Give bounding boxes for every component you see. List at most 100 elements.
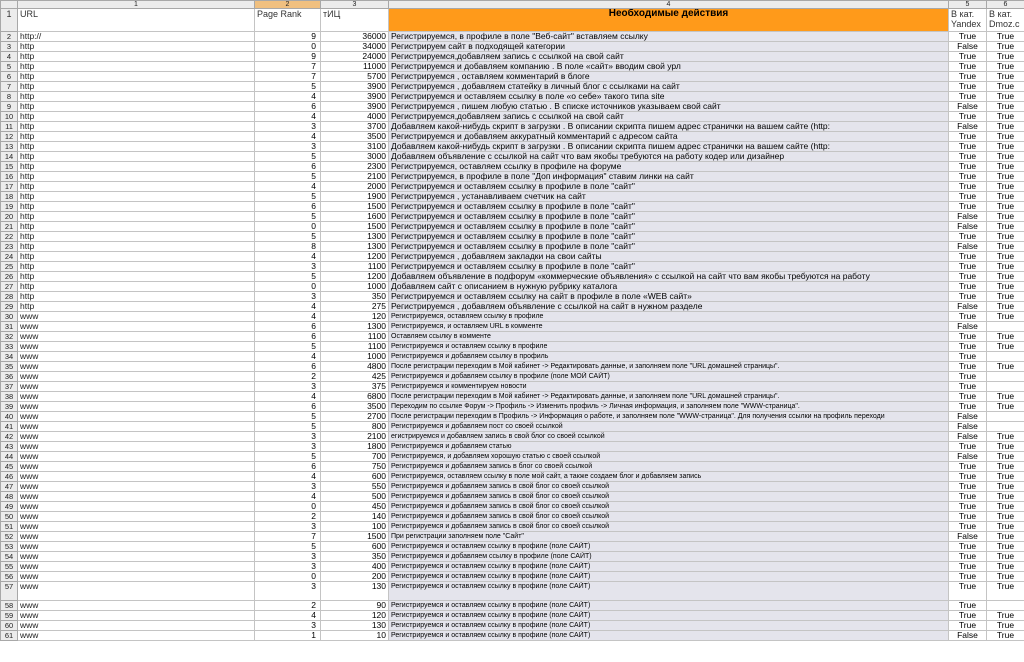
action-cell[interactable]: Регистрируемся и оставляем ссылку в проф… [388,201,949,212]
dmoz-cell[interactable]: True [986,581,1024,601]
corner-cell[interactable] [0,0,18,9]
tic-cell[interactable]: 1100 [320,331,389,342]
url-cell[interactable]: http [17,291,255,302]
pagerank-cell[interactable]: 2 [254,371,321,382]
url-cell[interactable]: www [17,481,255,492]
yandex-cell[interactable]: False [948,411,987,422]
dmoz-cell[interactable]: True [986,431,1024,442]
url-cell[interactable]: www [17,511,255,522]
action-cell[interactable]: Регистрируемся и оставляем ссылку на сай… [388,291,949,302]
url-cell[interactable]: www [17,620,255,631]
tic-cell[interactable]: 2000 [320,181,389,192]
row-number[interactable]: 27 [0,281,18,292]
url-cell[interactable]: http [17,81,255,92]
tic-cell[interactable]: 2100 [320,431,389,442]
dmoz-cell[interactable]: True [986,301,1024,312]
pagerank-cell[interactable]: 3 [254,381,321,392]
url-cell[interactable]: http [17,131,255,142]
tic-cell[interactable]: 1300 [320,231,389,242]
url-cell[interactable]: http [17,191,255,202]
yandex-cell[interactable]: False [948,321,987,332]
row-number[interactable]: 50 [0,511,18,522]
dmoz-cell[interactable]: True [986,610,1024,621]
pagerank-cell[interactable]: 3 [254,620,321,631]
action-cell[interactable]: Добавляем какой-нибудь скрипт в загрузки… [388,121,949,132]
tic-cell[interactable]: 11000 [320,61,389,72]
row-number[interactable]: 9 [0,101,18,112]
row-number[interactable]: 45 [0,461,18,472]
yandex-cell[interactable]: False [948,421,987,432]
action-cell[interactable]: Добавляем какой-нибудь скрипт в загрузки… [388,141,949,152]
action-cell[interactable]: После регистрации переходим в Профиль ->… [388,411,949,422]
url-cell[interactable]: http [17,211,255,222]
dmoz-cell[interactable]: True [986,531,1024,542]
action-cell[interactable]: Регистрируемся и добавляем запись в свой… [388,501,949,512]
dmoz-cell[interactable]: True [986,161,1024,172]
pagerank-cell[interactable]: 5 [254,171,321,182]
action-cell[interactable]: Регистрируемся и добавляем статью [388,441,949,452]
yandex-cell[interactable]: True [948,51,987,62]
url-cell[interactable]: http [17,91,255,102]
row-number[interactable]: 23 [0,241,18,252]
dmoz-cell[interactable]: True [986,221,1024,232]
action-cell[interactable]: Добавляем сайт с описанием в нужную рубр… [388,281,949,292]
action-cell[interactable]: Регистрируемся, в профиле в поле "Доп ин… [388,171,949,182]
yandex-cell[interactable]: True [948,171,987,182]
dmoz-cell[interactable]: True [986,231,1024,242]
url-cell[interactable]: http [17,251,255,262]
pagerank-cell[interactable]: 6 [254,361,321,372]
row-number[interactable]: 59 [0,610,18,621]
row-number[interactable]: 38 [0,391,18,402]
pagerank-cell[interactable]: 3 [254,431,321,442]
row-number[interactable]: 40 [0,411,18,422]
tic-cell[interactable]: 3700 [320,121,389,132]
tic-cell[interactable]: 3500 [320,131,389,142]
tic-cell[interactable]: 130 [320,620,389,631]
tic-cell[interactable]: 200 [320,571,389,582]
action-cell[interactable]: Регистрируемся,добавляем запись с ссылко… [388,111,949,122]
url-cell[interactable]: http [17,231,255,242]
pagerank-cell[interactable]: 5 [254,211,321,222]
url-cell[interactable]: http [17,171,255,182]
pagerank-cell[interactable]: 6 [254,161,321,172]
action-cell[interactable]: Регистрируемся и оставляем ссылку в проф… [388,221,949,232]
action-cell[interactable]: Регистрируемся , оставляем комментарий в… [388,71,949,82]
dmoz-cell[interactable]: True [986,441,1024,452]
tic-cell[interactable]: 1000 [320,351,389,362]
yandex-cell[interactable]: True [948,441,987,452]
url-cell[interactable]: www [17,441,255,452]
tic-cell[interactable]: 36000 [320,31,389,42]
yandex-cell[interactable]: True [948,391,987,402]
action-cell[interactable]: Регистрируемся и оставляем ссылку в проф… [388,341,949,352]
yandex-cell[interactable]: False [948,41,987,52]
pagerank-cell[interactable]: 4 [254,351,321,362]
pagerank-cell[interactable]: 7 [254,61,321,72]
yandex-cell[interactable]: True [948,71,987,82]
url-cell[interactable]: http [17,221,255,232]
row-number[interactable]: 42 [0,431,18,442]
yandex-cell[interactable]: True [948,281,987,292]
header-pagerank[interactable]: Page Rank [254,8,321,32]
pagerank-cell[interactable]: 0 [254,41,321,52]
action-cell[interactable]: Регистрируемся, оставляем ссылку в профи… [388,161,949,172]
tic-cell[interactable]: 500 [320,491,389,502]
row-number[interactable]: 61 [0,630,18,641]
url-cell[interactable]: http [17,151,255,162]
pagerank-cell[interactable]: 3 [254,121,321,132]
dmoz-cell[interactable]: True [986,171,1024,182]
pagerank-cell[interactable]: 4 [254,391,321,402]
row-number[interactable]: 35 [0,361,18,372]
header-tic[interactable]: тИЦ [320,8,389,32]
tic-cell[interactable]: 1300 [320,241,389,252]
url-cell[interactable]: www [17,541,255,552]
yandex-cell[interactable]: False [948,241,987,252]
header-actions[interactable]: Необходимые действия [388,8,949,32]
url-cell[interactable]: www [17,411,255,422]
url-cell[interactable]: www [17,521,255,532]
pagerank-cell[interactable]: 5 [254,81,321,92]
pagerank-cell[interactable]: 0 [254,221,321,232]
dmoz-cell[interactable]: True [986,451,1024,462]
action-cell[interactable]: Регистрируемся и оставляем ссылку в проф… [388,620,949,631]
row-number[interactable]: 10 [0,111,18,122]
dmoz-cell[interactable]: True [986,71,1024,82]
